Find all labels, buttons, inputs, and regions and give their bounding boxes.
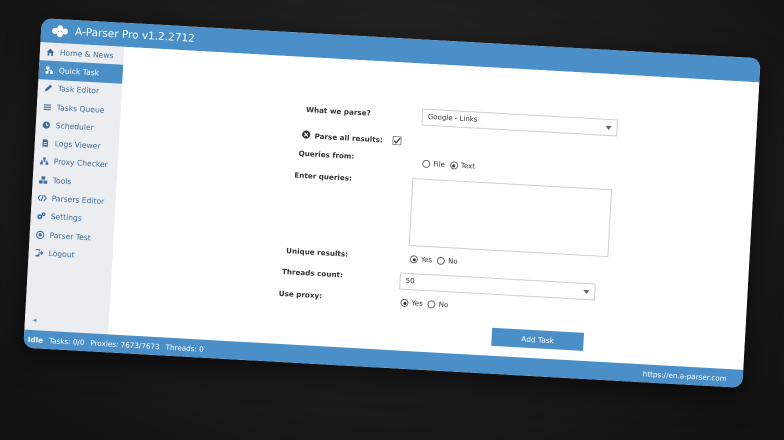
proxy-yes-option[interactable]: Yes (400, 298, 423, 308)
file-icon (42, 139, 49, 147)
sidebar-item-label: Proxy Checker (53, 157, 109, 170)
status-threads: Threads: 0 (165, 342, 204, 354)
gears-icon (37, 212, 46, 220)
sidebar-item-label: Tasks Queue (56, 102, 105, 115)
list-icon (43, 103, 52, 110)
radio-label: No (438, 300, 449, 310)
parser-select[interactable]: Google - Links (421, 108, 619, 137)
unique-yes-option[interactable]: Yes (409, 255, 433, 265)
queries-from-file-option[interactable]: File (422, 159, 446, 169)
what-we-parse-label: What we parse? (305, 105, 371, 118)
sidebar-item-label: Quick Task (58, 66, 100, 78)
sidebar-item-label: Tools (52, 175, 72, 186)
enter-queries-label: Enter queries: (294, 170, 353, 183)
sitemap-icon (45, 66, 53, 74)
clock-icon (42, 121, 50, 129)
sidebar-item-label: Scheduler (55, 120, 95, 133)
status-link[interactable]: https://en.a-parser.com (643, 369, 727, 383)
status-proxies: Proxies: 7673/7673 (90, 337, 160, 351)
threads-count-value: 50 (405, 276, 415, 286)
proxy-no-option[interactable]: No (427, 300, 448, 309)
queries-from-label: Queries from: (298, 148, 355, 161)
use-proxy-label: Use proxy: (278, 288, 323, 301)
radio-label: Text (460, 161, 476, 171)
code-icon (37, 194, 47, 202)
threads-count-label: Threads count: (281, 266, 344, 280)
radio-button[interactable] (427, 300, 436, 309)
parse-all-label: Parse all results: (314, 131, 384, 145)
close-circle-icon (302, 130, 311, 139)
status-state: Idle (27, 334, 44, 345)
radio-label: Yes (411, 299, 423, 308)
radio-label: Yes (420, 255, 433, 265)
chevron-down-icon (583, 289, 590, 295)
use-proxy-radio-group: Yes No (400, 298, 453, 310)
pencil-icon (44, 84, 53, 92)
sidebar-item-logout[interactable]: Logout (28, 243, 113, 266)
add-task-button[interactable]: Add Task (491, 327, 585, 351)
radio-label: No (447, 257, 458, 266)
queries-from-text-option[interactable]: Text (449, 161, 476, 171)
sidebar-item-label: Task Editor (57, 84, 100, 96)
radio-button[interactable] (449, 161, 459, 170)
sidebar-item-label: Logout (48, 248, 75, 260)
radio-label: File (433, 160, 446, 169)
home-icon (46, 48, 54, 56)
parser-select-value: Google - Links (427, 112, 478, 124)
logout-icon (35, 248, 44, 257)
sidebar-item-label: Parsers Editor (51, 194, 105, 206)
queries-from-radio-group: File Text (422, 159, 480, 171)
network-icon (40, 157, 49, 166)
unique-no-option[interactable]: No (436, 256, 458, 266)
radio-button[interactable] (422, 159, 431, 169)
sidebar: Home & News Quick Task Task Editor Tasks… (24, 42, 125, 335)
threads-count-select[interactable]: 50 (399, 272, 596, 301)
aparser-logo-icon (52, 25, 69, 38)
radio-button[interactable] (436, 256, 446, 266)
sidebar-item-label: Parser Test (49, 230, 92, 242)
radio-button[interactable] (400, 298, 409, 308)
chevron-down-icon (605, 125, 612, 131)
sidebar-item-label: Logs Viewer (54, 139, 101, 151)
queries-textarea[interactable] (408, 178, 613, 258)
unique-results-radio-group: Yes No (409, 255, 463, 266)
parse-all-checkbox[interactable] (392, 135, 402, 146)
cubes-icon (39, 176, 48, 184)
status-tasks: Tasks: 0/0 (48, 335, 85, 347)
app-window: A-Parser Pro v1.2.2712 Home & News Quick… (23, 18, 761, 388)
unique-results-label: Unique results: (285, 246, 349, 259)
app-title: A-Parser Pro v1.2.2712 (74, 26, 196, 45)
sidebar-item-label: Settings (50, 212, 83, 224)
target-icon (36, 230, 45, 239)
sidebar-collapse-button[interactable]: ◂ (33, 316, 37, 324)
quick-task-form: What we parse? Google - Links Parse all … (108, 46, 760, 370)
sidebar-item-label: Home & News (59, 47, 114, 60)
radio-button[interactable] (409, 255, 419, 264)
